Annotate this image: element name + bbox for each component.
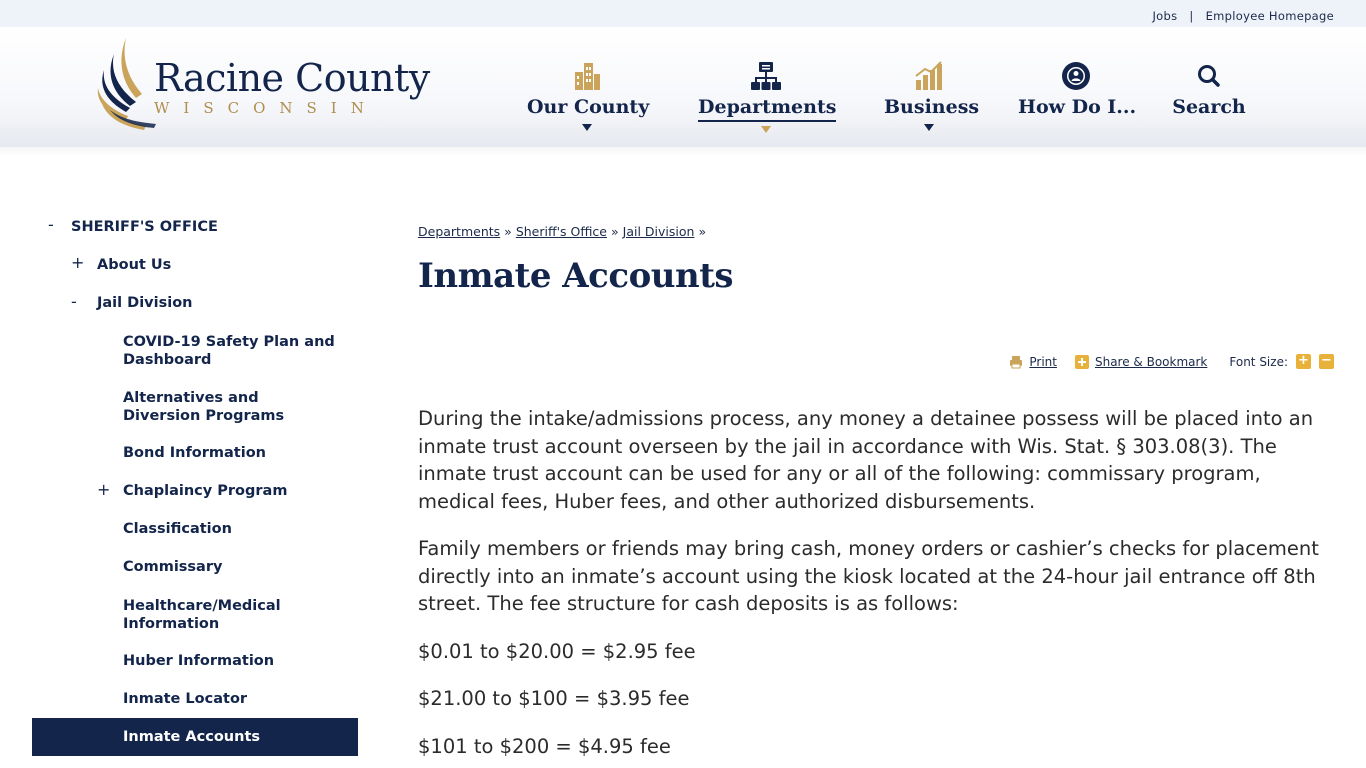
page-title: Inmate Accounts bbox=[418, 256, 734, 296]
expand-toggle[interactable]: + bbox=[97, 480, 110, 499]
share-bookmark-label: Share & Bookmark bbox=[1094, 354, 1208, 369]
breadcrumb-separator: » bbox=[698, 224, 707, 239]
sidebar-item-jail-division[interactable]: Jail Division bbox=[97, 295, 192, 311]
search-icon bbox=[1198, 65, 1220, 87]
nav-business[interactable]: Business bbox=[884, 60, 979, 140]
sidebar-item-chaplaincy[interactable]: Chaplaincy Program bbox=[123, 483, 287, 499]
utility-links: Jobs | Employee Homepage bbox=[1152, 9, 1334, 23]
sidebar-item-bond-information[interactable]: Bond Information bbox=[123, 445, 266, 461]
utility-bar: Jobs | Employee Homepage bbox=[0, 0, 1366, 27]
font-decrease-button[interactable]: − bbox=[1319, 354, 1334, 369]
nav-how-do-i-label: How Do I... bbox=[1018, 96, 1137, 118]
sidebar-item-inmate-accounts[interactable]: Inmate Accounts bbox=[123, 729, 260, 745]
nav-our-county-label: Our County bbox=[527, 96, 650, 118]
sidebar-item-alternatives[interactable]: Alternatives and Diversion Programs bbox=[123, 389, 338, 425]
collapse-toggle[interactable]: - bbox=[48, 215, 54, 234]
print-button[interactable]: Print bbox=[1009, 355, 1057, 369]
content-paragraph: Family members or friends may bring cash… bbox=[418, 537, 1319, 615]
collapse-toggle[interactable]: - bbox=[71, 292, 77, 311]
logo-subtitle: WISCONSIN bbox=[154, 99, 378, 117]
nav-our-county[interactable]: Our County bbox=[527, 60, 650, 140]
nav-business-label: Business bbox=[884, 96, 980, 118]
fee-line: $21.00 to $100 = $3.95 fee bbox=[418, 687, 690, 710]
org-chart-icon bbox=[751, 62, 781, 90]
sidebar-item-healthcare[interactable]: Healthcare/Medical Information bbox=[123, 597, 338, 633]
expand-toggle[interactable]: + bbox=[71, 253, 84, 272]
site-logo[interactable]: Racine County WISCONSIN bbox=[96, 36, 430, 131]
jobs-link[interactable]: Jobs bbox=[1152, 9, 1177, 23]
sidebar-item-commissary[interactable]: Commissary bbox=[123, 559, 222, 575]
gear-person-icon bbox=[1062, 62, 1090, 90]
employee-homepage-link[interactable]: Employee Homepage bbox=[1206, 9, 1334, 23]
sidebar-item-inmate-locator[interactable]: Inmate Locator bbox=[123, 691, 247, 707]
printer-icon bbox=[1010, 355, 1023, 368]
print-label: Print bbox=[1029, 354, 1057, 369]
nav-search[interactable]: Search bbox=[1172, 60, 1246, 140]
fee-line: $0.01 to $20.00 = $2.95 fee bbox=[418, 639, 696, 663]
breadcrumb-departments[interactable]: Departments bbox=[418, 224, 500, 239]
content-paragraph: During the intake/admissions process, an… bbox=[418, 407, 1314, 513]
sidebar-item-sheriffs-office[interactable]: SHERIFF'S OFFICE bbox=[71, 218, 218, 236]
plus-square-icon bbox=[1074, 354, 1089, 369]
breadcrumb-separator: » bbox=[504, 224, 512, 239]
buildings-icon bbox=[575, 63, 600, 90]
font-size-label: Font Size: bbox=[1229, 354, 1288, 369]
chevron-down-icon bbox=[761, 126, 771, 133]
fee-line: $101 to $200 = $4.95 fee bbox=[418, 734, 671, 758]
sidebar-item-classification[interactable]: Classification bbox=[123, 521, 232, 537]
chevron-down-icon bbox=[582, 124, 592, 131]
main-content: During the intake/admissions process, an… bbox=[418, 405, 1336, 768]
sidebar-item-covid-19[interactable]: COVID-19 Safety Plan and Dashboard bbox=[123, 333, 338, 369]
nav-search-label: Search bbox=[1172, 96, 1246, 118]
nav-departments-label: Departments bbox=[698, 96, 837, 122]
nav-departments[interactable]: Departments bbox=[698, 60, 837, 140]
header-shadow bbox=[0, 147, 1366, 157]
breadcrumb: Departments» Sheriff's Office» Jail Divisi… bbox=[418, 224, 710, 239]
breadcrumb-separator: » bbox=[611, 224, 619, 239]
breadcrumb-sheriffs-office[interactable]: Sheriff's Office bbox=[516, 224, 607, 239]
nav-how-do-i[interactable]: How Do I... bbox=[1018, 60, 1137, 140]
chevron-down-icon bbox=[924, 124, 934, 131]
logo-title: Racine County bbox=[154, 56, 430, 100]
page-tools: Print Share & Bookmark Font Size: + − bbox=[999, 354, 1334, 369]
bar-chart-icon bbox=[915, 61, 942, 90]
breadcrumb-jail-division[interactable]: Jail Division bbox=[623, 224, 695, 239]
sidebar-item-huber[interactable]: Huber Information bbox=[123, 653, 274, 669]
font-increase-button[interactable]: + bbox=[1296, 354, 1311, 369]
share-bookmark-button[interactable]: Share & Bookmark bbox=[1074, 354, 1208, 369]
sidebar-item-about-us[interactable]: About Us bbox=[97, 257, 171, 273]
utility-separator: | bbox=[1189, 9, 1194, 23]
